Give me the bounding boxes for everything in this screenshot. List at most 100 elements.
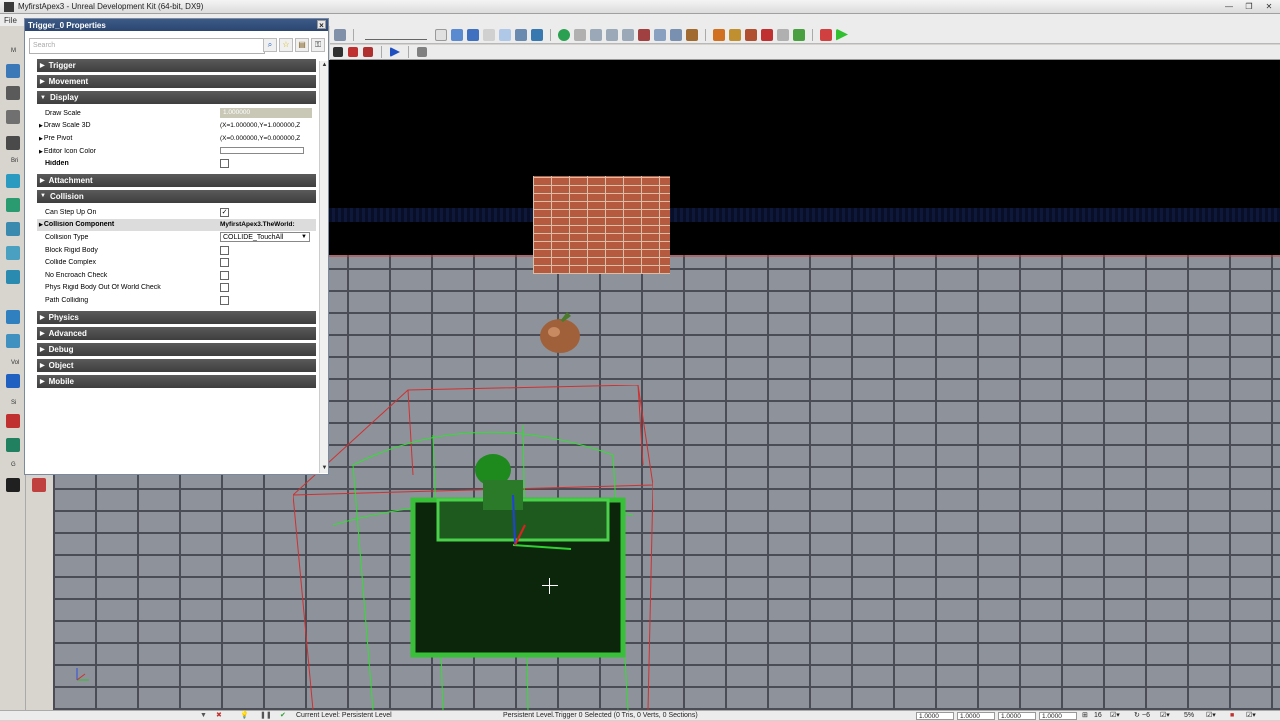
drag-grid-input-3[interactable]: 1.0000	[998, 712, 1036, 720]
tool-icon-3[interactable]	[606, 28, 618, 41]
tool-icon-6[interactable]	[654, 28, 666, 41]
trigger-volume[interactable]	[293, 385, 653, 710]
terrain-mode-icon[interactable]	[6, 110, 20, 124]
collision-type-select[interactable]: COLLIDE_TouchAll ▼	[220, 232, 310, 243]
category-display[interactable]: ▼ Display	[37, 91, 316, 104]
build-icon[interactable]	[713, 28, 725, 41]
build-paths-icon[interactable]	[745, 28, 757, 41]
camera-icon[interactable]	[531, 28, 543, 41]
tool-icon-4[interactable]	[622, 28, 634, 41]
properties-titlebar[interactable]: Trigger_0 Properties ×	[25, 19, 328, 31]
camera-mode-icon[interactable]	[6, 64, 20, 78]
color-swatch[interactable]	[220, 146, 304, 154]
prop-draw-scale-3d[interactable]: ▶Draw Scale 3D (X=1.000000,Y=1.000000,Z	[37, 120, 316, 133]
categories-icon[interactable]: ▤	[295, 38, 309, 52]
search-icon[interactable]: ⌕	[263, 38, 277, 52]
geometry-mode-icon[interactable]	[6, 86, 20, 100]
prop-editor-icon-color[interactable]: ▶Editor Icon Color	[37, 145, 316, 158]
csg-add-icon[interactable]	[6, 310, 20, 324]
block-rigid-body-checkbox[interactable]	[220, 245, 229, 255]
menu-file[interactable]: File	[4, 16, 17, 25]
texture-mode-icon[interactable]	[6, 136, 20, 150]
copy-icon[interactable]	[451, 28, 463, 41]
scroll-up-icon[interactable]: ▲	[320, 61, 329, 70]
properties-scrollbar[interactable]: ▲ ▼	[319, 61, 328, 473]
paste-icon[interactable]	[467, 28, 479, 41]
prop-draw-scale[interactable]: Draw Scale 1.000000	[37, 107, 316, 120]
tool-icon-7[interactable]	[670, 28, 682, 41]
can-step-up-on-checkbox[interactable]: ✓	[220, 207, 229, 217]
prop-hidden[interactable]: Hidden	[37, 157, 316, 170]
tool-icon-8[interactable]	[686, 28, 698, 41]
play-in-viewport-icon[interactable]	[390, 47, 400, 57]
no-encroach-check-checkbox[interactable]	[220, 270, 229, 280]
hide-selected-icon[interactable]	[6, 414, 20, 428]
prop-block-rigid-body[interactable]: Block Rigid Body	[37, 244, 316, 257]
viewport-layout-icon[interactable]	[334, 28, 346, 41]
properties-search-input[interactable]: Search	[29, 38, 265, 54]
prop-collision-type[interactable]: Collision Type COLLIDE_TouchAll ▼	[37, 231, 316, 244]
prop-no-encroach-check[interactable]: No Encroach Check	[37, 269, 316, 282]
globe-icon[interactable]	[558, 28, 570, 41]
blank-icon[interactable]	[435, 28, 447, 41]
search-actor-icon[interactable]	[6, 478, 20, 492]
editor-icon-color-value[interactable]	[220, 146, 312, 156]
category-advanced[interactable]: ▶ Advanced	[37, 326, 316, 340]
view-icon[interactable]	[515, 28, 527, 41]
path-colliding-checkbox[interactable]	[220, 295, 229, 305]
prop-can-step-up-on[interactable]: Can Step Up On ✓	[37, 206, 316, 219]
hidden-checkbox[interactable]	[220, 159, 229, 169]
prop-collision-component[interactable]: ▶Collision Component MyfirstApex3.TheWor…	[37, 218, 316, 232]
category-debug[interactable]: ▶ Debug	[37, 342, 316, 356]
snap-icon[interactable]	[483, 28, 495, 41]
drag-grid-input-2[interactable]: 1.0000	[957, 712, 995, 720]
cone-brush-icon[interactable]	[6, 198, 20, 212]
phys-rigid-body-checkbox[interactable]	[220, 283, 229, 293]
pre-pivot-value[interactable]: (X=0.000000,Y=0.000000,Z	[220, 135, 312, 142]
scroll-down-icon[interactable]: ▼	[320, 464, 329, 473]
sheet-brush-icon[interactable]	[6, 246, 20, 260]
stair-brush-icon[interactable]	[6, 270, 20, 284]
category-object[interactable]: ▶ Object	[37, 358, 316, 372]
kismet-icon[interactable]	[820, 28, 832, 41]
drag-grid-input-4[interactable]: 1.0000	[1039, 712, 1077, 720]
drag-grid-input-1[interactable]: 1.0000	[916, 712, 954, 720]
play-icon[interactable]	[836, 28, 848, 41]
build-lighting-icon[interactable]	[729, 28, 741, 41]
prop-phys-rigid-body[interactable]: Phys Rigid Body Out Of World Check	[37, 282, 316, 295]
volume-icon[interactable]	[6, 374, 20, 388]
content-browser-icon[interactable]	[32, 478, 46, 492]
category-attachment[interactable]: ▶ Attachment	[37, 173, 316, 187]
show-flags-icon[interactable]	[363, 47, 373, 57]
collide-complex-checkbox[interactable]	[220, 258, 229, 268]
favorite-icon[interactable]: ☆	[279, 38, 293, 52]
lock-viewport-icon[interactable]	[417, 47, 427, 57]
minimize-button[interactable]: —	[1222, 2, 1236, 12]
draw-scale-3d-value[interactable]: (X=1.000000,Y=1.000000,Z	[220, 122, 312, 129]
brick-wall-mesh[interactable]	[533, 176, 670, 274]
tool-icon-2[interactable]	[590, 28, 602, 41]
prop-collide-complex[interactable]: Collide Complex	[37, 256, 316, 269]
category-trigger[interactable]: ▶ Trigger	[37, 59, 316, 72]
prop-path-colliding[interactable]: Path Colliding	[37, 294, 316, 307]
category-collision[interactable]: ▼ Collision	[37, 189, 316, 203]
viewport-menu-icon[interactable]	[333, 47, 343, 57]
maximize-button[interactable]: ❐	[1242, 2, 1256, 12]
close-button[interactable]: ✕	[1262, 2, 1276, 12]
prop-pre-pivot[interactable]: ▶Pre Pivot (X=0.000000,Y=0.000000,Z	[37, 132, 316, 145]
build-cover-icon[interactable]	[761, 28, 773, 41]
grid-icon[interactable]	[499, 28, 511, 41]
collision-component-value[interactable]: MyfirstApex3.TheWorld:	[220, 221, 312, 228]
build-all-icon[interactable]	[777, 28, 789, 41]
show-all-icon[interactable]	[6, 438, 20, 452]
lock-icon[interactable]: ⚿	[311, 38, 325, 52]
checkin-icon[interactable]	[793, 28, 805, 41]
apple-mesh[interactable]	[537, 306, 583, 354]
category-mobile[interactable]: ▶ Mobile	[37, 374, 316, 388]
realtime-icon[interactable]	[348, 47, 358, 57]
tool-icon-1[interactable]	[574, 28, 586, 41]
draw-scale-input[interactable]: 1.000000	[220, 108, 312, 119]
category-physics[interactable]: ▶ Physics	[37, 310, 316, 324]
properties-close-button[interactable]: ×	[317, 20, 326, 30]
cylinder-brush-icon[interactable]	[6, 222, 20, 236]
